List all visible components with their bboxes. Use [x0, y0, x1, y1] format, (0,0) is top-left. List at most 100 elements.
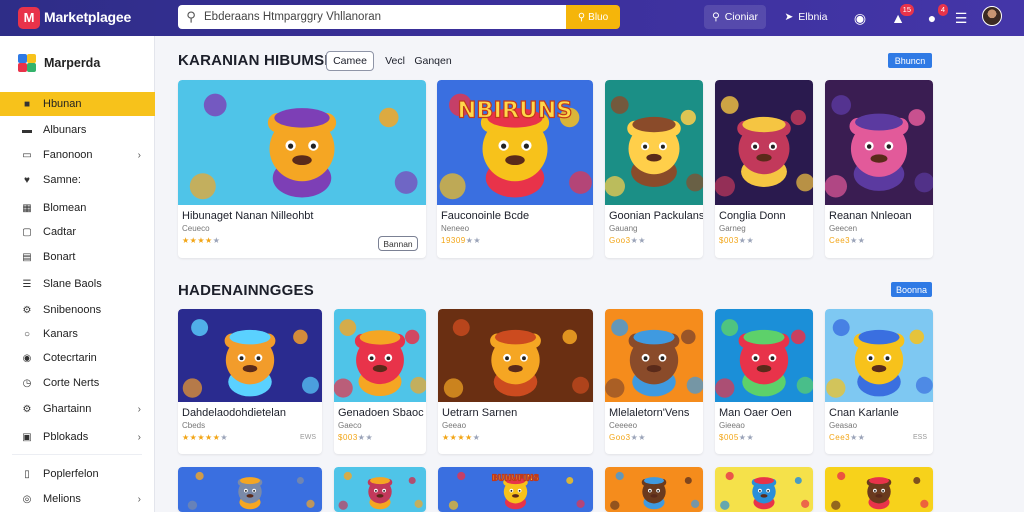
sidebar-item[interactable]: ⚙ Snibenoons	[0, 298, 155, 322]
game-thumbnail[interactable]	[334, 309, 426, 402]
game-card[interactable]: Conglia Donn Garneg $003★★	[715, 80, 813, 258]
game-card[interactable]: Mlelaletorn'Vens Ceeeeo Goo3★★	[605, 309, 703, 454]
game-thumbnail[interactable]	[605, 467, 703, 512]
game-card[interactable]: NBIRUNS Fauconoinle Bcde Neneeo 19309★★	[437, 80, 593, 258]
game-category: Garneg	[719, 224, 746, 233]
heart-icon: ♥	[24, 174, 30, 186]
tab-ganqen[interactable]: Ganqen	[410, 51, 456, 71]
game-card[interactable]	[605, 467, 703, 512]
view-all-button[interactable]: Bhuncn	[888, 53, 932, 68]
sidebar-item[interactable]: ▬ Albunars	[0, 118, 155, 142]
game-title[interactable]: Genadoen Sbaoc	[338, 407, 424, 419]
tab-camee[interactable]: Camee	[326, 51, 374, 71]
game-category: Ceueco	[182, 224, 210, 233]
game-title[interactable]: Man Oaer Oen	[719, 407, 792, 419]
game-card[interactable]: BUHUFINS	[438, 467, 593, 512]
game-title[interactable]: Uetrarn Sarnen	[442, 407, 517, 419]
search-input[interactable]	[204, 11, 554, 23]
rating-value: ★★★★	[182, 236, 213, 245]
logo-icon[interactable]: M	[18, 7, 40, 29]
sidebar-item[interactable]: ◷ Corte Nerts	[0, 371, 155, 395]
notifications-badge: 15	[899, 4, 914, 16]
game-card[interactable]: Uetrarn Sarnen Geeao ★★★★★	[438, 309, 593, 454]
rating-value: Goo3	[609, 236, 631, 245]
view-all-button[interactable]: Boonna	[891, 282, 932, 297]
sidebar-item[interactable]: ▢ Cadtar	[0, 220, 155, 244]
rating-stars: ★★★★★	[182, 236, 220, 245]
game-category: Cbeds	[182, 421, 206, 430]
game-card[interactable]: Hibunaget Nanan Nilleohbt Ceueco ★★★★★ Bann…	[178, 80, 426, 258]
game-title[interactable]: Conglia Donn	[719, 210, 786, 222]
user-menu-button[interactable]: ➤ Elbnia	[778, 5, 834, 29]
menu-icon[interactable]: ☰	[950, 7, 972, 29]
sidebar-item[interactable]: ◉ Cotecrtarin	[0, 346, 155, 370]
game-card[interactable]: Man Oaer Oen Gieeao $005★★	[715, 309, 813, 454]
game-title[interactable]: Reanan Nnleoan	[829, 210, 912, 222]
game-card[interactable]: Dahdelaodohdietelan Cbeds ★★★★★★ EWS	[178, 309, 322, 454]
game-title[interactable]: Cnan Karlanle	[829, 407, 899, 419]
sidebar-item[interactable]: ☰ Slane Baols	[0, 272, 155, 296]
game-thumbnail[interactable]	[334, 467, 426, 512]
game-card[interactable]: Goonian Packulans Gauang Goo3★★	[605, 80, 703, 258]
game-thumbnail[interactable]	[178, 467, 322, 512]
rating-stars: Goo3★★	[609, 236, 646, 245]
sidebar-brand[interactable]: Marperda	[18, 54, 100, 72]
sidebar-item[interactable]: ◎ Melions ›	[0, 487, 155, 511]
box-icon: ▢	[22, 226, 32, 238]
shield-icon[interactable]: ◉	[849, 7, 871, 29]
game-thumbnail[interactable]	[715, 309, 813, 402]
sidebar-item[interactable]: ♥ Samne:	[0, 168, 155, 192]
game-card[interactable]	[715, 467, 813, 512]
sidebar-brand-title: Marperda	[44, 56, 101, 70]
search-icon: ⚲	[577, 11, 586, 23]
star-icon: ★	[212, 236, 221, 245]
sidebar-item[interactable]: ▭ Fanonoon ›	[0, 143, 155, 167]
game-card[interactable]: Genadoen Sbaoc Gaeco $003★★	[334, 309, 426, 454]
rating-value: Cee3	[829, 433, 851, 442]
game-thumbnail[interactable]	[178, 80, 426, 205]
sidebar-item[interactable]: ▦ Blomean	[0, 196, 155, 220]
game-thumbnail[interactable]	[605, 80, 703, 205]
game-thumbnail[interactable]	[605, 309, 703, 402]
chevron-right-icon: ›	[137, 493, 141, 505]
sidebar-item[interactable]: ⚙ Ghartainn ›	[0, 397, 155, 421]
sidebar-item[interactable]: ■ Hbunan	[0, 92, 155, 116]
avatar[interactable]	[982, 6, 1002, 26]
game-thumbnail[interactable]: NBIRUNS	[437, 80, 593, 205]
game-card[interactable]	[178, 467, 322, 512]
sidebar-item[interactable]: ▣ Pblokads ›	[0, 425, 155, 449]
tab-vecl[interactable]: Vecl	[380, 51, 410, 71]
sidebar-item[interactable]: ○ Kanars	[0, 322, 155, 346]
messages-button[interactable]: ● 4	[921, 4, 948, 29]
game-title[interactable]: Hibunaget Nanan Nilleohbt	[182, 210, 313, 222]
sidebar-item-label: Snibenoons	[43, 304, 102, 316]
game-title[interactable]: Mlelaletorn'Vens	[609, 407, 689, 419]
search-icon: ⚲	[712, 11, 720, 23]
game-card[interactable]: Reanan Nnleoan Geecen Cee3★★	[825, 80, 933, 258]
game-category: Gauang	[609, 224, 638, 233]
card-action-button[interactable]: Bannan	[378, 236, 418, 251]
game-card[interactable]	[825, 467, 933, 512]
game-thumbnail[interactable]	[825, 467, 933, 512]
game-thumbnail[interactable]	[178, 309, 322, 402]
rating-stars: $003★★	[338, 433, 373, 442]
game-thumbnail[interactable]	[715, 80, 813, 205]
game-card[interactable]: Cnan Karlanle Geasao Cee3★★ ESS	[825, 309, 933, 454]
search-button[interactable]: ⚲ Bluo	[566, 5, 620, 29]
rating-value: Goo3	[609, 433, 631, 442]
game-thumbnail[interactable]	[825, 309, 933, 402]
game-thumbnail[interactable]	[438, 309, 593, 402]
game-thumbnail[interactable]: BUHUFINS	[438, 467, 593, 512]
sidebar-item[interactable]: ▤ Bonart	[0, 245, 155, 269]
game-title[interactable]: Dahdelaodohdietelan	[182, 407, 286, 419]
quick-search-button[interactable]: ⚲ Cioniar	[704, 5, 766, 29]
game-thumbnail[interactable]	[715, 467, 813, 512]
game-card[interactable]	[334, 467, 426, 512]
sidebar-item-label: Hbunan	[43, 98, 82, 110]
sidebar-item[interactable]: ▯ Poplerfelon	[0, 462, 155, 486]
notifications-button[interactable]: ▲ 15	[887, 4, 914, 29]
game-title[interactable]: Goonian Packulans	[609, 210, 703, 222]
game-title[interactable]: Fauconoinle Bcde	[441, 210, 529, 222]
game-thumbnail[interactable]	[825, 80, 933, 205]
brand-name[interactable]: Marketplagee	[44, 9, 131, 25]
